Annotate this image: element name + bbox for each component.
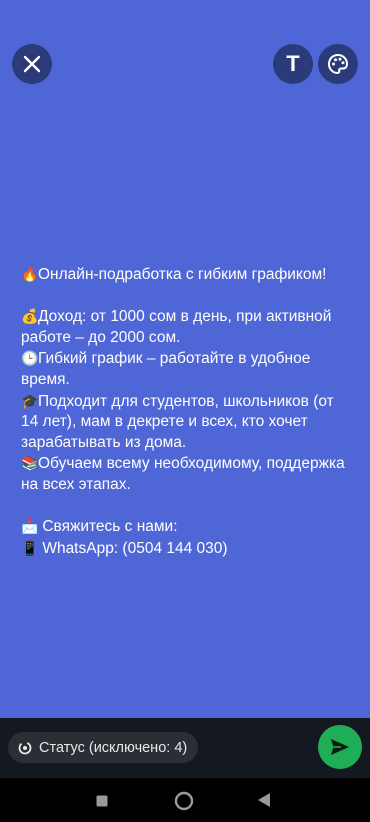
status-line-text: WhatsApp: (0504 144 030) <box>42 539 228 557</box>
status-line-text: Доход: от 1000 сом в день, при активной <box>38 308 332 326</box>
palette-icon <box>327 53 349 75</box>
phone-icon: 📱 <box>21 539 39 556</box>
status-line: 📩 Свяжитесь с нами: <box>21 516 356 538</box>
status-line-text: Гибкий график – работайте в удобное <box>38 350 311 368</box>
circle-icon <box>174 791 194 811</box>
status-text-body[interactable]: 🔥Онлайн-подработка с гибким графиком! 💰Д… <box>21 264 356 559</box>
status-line: 🎓Подходит для студентов, школьников (от <box>21 391 356 413</box>
fire-icon: 🔥 <box>21 266 39 282</box>
status-line-text: Обучаем всему необходимому, поддержка <box>38 455 345 473</box>
top-toolbar: T <box>0 0 370 120</box>
color-palette-button[interactable] <box>318 44 358 84</box>
status-line: 📚Обучаем всему необходимому, поддержка <box>21 453 356 475</box>
status-line: 🕒Гибкий график – работайте в удобное <box>21 348 356 370</box>
privacy-icon <box>18 741 32 755</box>
recent-apps-button[interactable] <box>96 794 108 812</box>
send-button[interactable] <box>318 725 362 769</box>
status-audience-button[interactable]: Статус (исключено: 4) <box>8 732 199 763</box>
close-button[interactable] <box>12 44 52 84</box>
status-line: 🔥Онлайн-подработка с гибким графиком! <box>21 264 356 286</box>
status-line-text: Подходит для студентов, школьников (от <box>38 392 334 410</box>
square-icon <box>96 795 108 807</box>
close-icon <box>23 55 41 73</box>
send-icon <box>331 739 349 755</box>
back-button[interactable] <box>256 791 272 814</box>
envelope-icon: 📩 <box>21 518 39 535</box>
bottom-bar: Статус (исключено: 4) <box>0 718 370 778</box>
status-line: время. <box>21 370 70 388</box>
status-line: на всех этапах. <box>21 475 131 493</box>
status-line: работе – до 2000 сом. <box>21 328 181 346</box>
books-icon: 📚 <box>21 455 39 472</box>
text-tool-button[interactable]: T <box>273 44 313 84</box>
back-triangle-icon <box>258 793 270 807</box>
system-navigation-bar <box>0 778 370 822</box>
status-line: зарабатывать из дома. <box>21 433 187 451</box>
status-line: 📱 WhatsApp: (0504 144 030) <box>21 538 356 560</box>
status-line-text: Онлайн-подработка с гибким графиком! <box>38 266 327 283</box>
status-line: 💰Доход: от 1000 сом в день, при активной <box>21 306 356 328</box>
status-line: 14 лет), мам в декрете и всех, кто хочет <box>21 413 308 431</box>
status-line-text: Свяжитесь с нами: <box>42 518 178 536</box>
money-bag-icon: 💰 <box>21 308 39 325</box>
graduation-cap-icon: 🎓 <box>21 392 39 409</box>
text-tool-label: T <box>286 51 300 76</box>
clock-icon: 🕒 <box>21 350 39 367</box>
home-button[interactable] <box>174 791 194 816</box>
status-audience-label: Статус (исключено: 4) <box>39 739 188 756</box>
